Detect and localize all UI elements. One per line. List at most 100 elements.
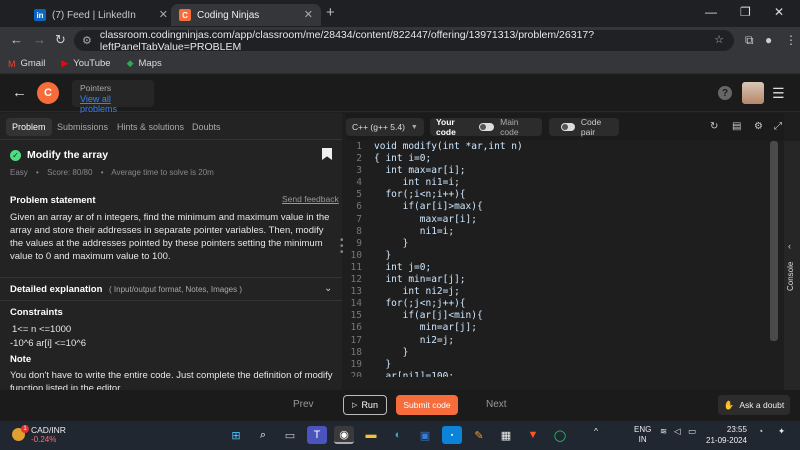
window-close-icon[interactable]: ✕	[774, 5, 784, 19]
app-icon[interactable]: ▪	[442, 426, 462, 444]
tab-coding-ninjas[interactable]: C Coding Ninjas ✕	[171, 4, 321, 26]
run-button[interactable]: ▷ Run	[343, 395, 387, 415]
code-line[interactable]: 5 for(;i<n;i++){	[346, 189, 523, 201]
restore-icon[interactable]: ❐	[740, 5, 751, 19]
code-line[interactable]: 15 if(ar[j]<min){	[346, 310, 523, 322]
edge-icon[interactable]: ◐	[388, 426, 408, 444]
bookmark-icon[interactable]	[322, 148, 332, 160]
bookmark-star-icon[interactable]: ☆	[714, 33, 724, 46]
tab-linkedin[interactable]: in (7) Feed | LinkedIn ✕	[26, 4, 176, 26]
more-icon[interactable]: ⋮	[785, 33, 797, 47]
next-button[interactable]: Next	[486, 399, 507, 410]
chrome-icon[interactable]: ◉	[334, 426, 354, 444]
store-icon[interactable]: ▣	[415, 426, 435, 444]
send-feedback-link[interactable]: Send feedback	[282, 194, 339, 204]
code-line[interactable]: 17 ni2=j;	[346, 335, 523, 347]
toggle-switch[interactable]	[561, 123, 575, 131]
extensions-icon[interactable]: ⧉	[745, 33, 754, 48]
prev-button[interactable]: Prev	[293, 399, 314, 410]
site-info-icon[interactable]: ⚙	[82, 34, 92, 47]
coding-ninjas-logo[interactable]: C	[37, 82, 59, 104]
forward-icon[interactable]: →	[33, 32, 46, 47]
detailed-explanation-sub: ( Input/output format, Notes, Images )	[109, 285, 242, 294]
problem-content[interactable]: ✓ Modify the array Easy • Score: 80/80 •…	[0, 141, 342, 390]
language-select[interactable]: C++ (g++ 5.4) ▼	[346, 118, 424, 136]
bookmark-youtube[interactable]: ▶ YouTube	[61, 58, 110, 69]
tab-hints-solutions[interactable]: Hints & solutions	[111, 118, 190, 136]
notification-bell-icon[interactable]: ◔	[758, 426, 763, 436]
code-line[interactable]: 1 void modify(int *ar,int n)	[346, 141, 522, 153]
notes-icon[interactable]: ▤	[732, 121, 741, 132]
settings-gear-icon[interactable]: ⚙	[754, 121, 763, 132]
new-tab-icon[interactable]: +	[326, 4, 335, 21]
search-icon[interactable]: ⌕	[253, 426, 273, 444]
code-line[interactable]: 3 int max=ar[i];	[346, 165, 523, 177]
language-indicator[interactable]: ENG IN	[634, 425, 651, 445]
panel-resize-handle[interactable]: • • •	[340, 236, 344, 258]
tab-submissions[interactable]: Submissions	[51, 118, 114, 136]
bookmark-maps[interactable]: ◆ Maps	[127, 58, 162, 69]
ticker-change: -0.24%	[31, 435, 57, 444]
submit-button[interactable]: Submit code	[396, 395, 458, 415]
avatar[interactable]	[742, 82, 764, 104]
tab-doubts[interactable]: Doubts	[186, 118, 227, 136]
app-icon[interactable]: ▦	[496, 426, 516, 444]
detailed-explanation-toggle[interactable]: Detailed explanation ( Input/output form…	[0, 277, 342, 301]
fullscreen-icon[interactable]: ⤢	[774, 121, 782, 132]
breadcrumb: Pointers View all problems	[72, 80, 154, 114]
profile-icon[interactable]: ●	[765, 33, 772, 47]
reset-icon[interactable]: ↻	[710, 121, 718, 132]
help-icon[interactable]: ?	[718, 86, 732, 100]
code-pair-switch[interactable]: Code pair	[549, 117, 619, 137]
code-text: int ni1=i;	[374, 177, 460, 189]
task-view-icon[interactable]: ▭	[280, 426, 300, 444]
stock-ticker-widget[interactable]: 1 CAD/INR -0.24%	[12, 425, 66, 444]
code-editor[interactable]: 1 void modify(int *ar,int n) 2 { int i=0; 3 …	[346, 141, 782, 377]
windows-start-icon[interactable]: ⊞	[226, 426, 246, 444]
code-line[interactable]: 13 int ni2=j;	[346, 286, 523, 298]
address-bar[interactable]: ⚙ classroom.codingninjas.com/app/classro…	[74, 29, 734, 53]
console-panel-toggle[interactable]: ‹ Console	[784, 141, 800, 390]
tab-problem[interactable]: Problem	[6, 118, 52, 136]
whatsapp-icon[interactable]: ◯	[550, 426, 570, 444]
brave-icon[interactable]: ▼	[523, 426, 543, 444]
code-line[interactable]: 4 int ni1=i;	[346, 177, 523, 189]
code-line[interactable]: 18 }	[346, 347, 523, 359]
reload-icon[interactable]: ↻	[55, 32, 66, 48]
close-icon[interactable]: ✕	[159, 8, 168, 21]
editor-scrollbar[interactable]	[770, 141, 778, 341]
bookmark-gmail[interactable]: M Gmail	[8, 58, 45, 69]
copilot-icon[interactable]: ✦	[778, 426, 785, 437]
code-line[interactable]: 6 if(ar[i]>max){	[346, 201, 523, 213]
code-line[interactable]: 12 int min=ar[j];	[346, 274, 523, 286]
teams-icon[interactable]: T	[307, 426, 327, 444]
code-line[interactable]: 9 }	[346, 238, 523, 250]
back-icon[interactable]: ←	[10, 32, 23, 47]
code-line[interactable]: 14 for(;j<n;j++){	[346, 298, 523, 310]
code-line[interactable]: 2 { int i=0;	[346, 153, 523, 165]
app-icon[interactable]: ✎	[469, 426, 489, 444]
breadcrumb-title: Pointers	[80, 83, 112, 93]
tray-chevron-up-icon[interactable]: ^	[594, 426, 598, 436]
code-line[interactable]: 20 ar[ni1]=100;	[346, 371, 523, 377]
code-line[interactable]: 8 ni1=i;	[346, 226, 523, 238]
file-explorer-icon[interactable]: ▬	[361, 426, 381, 444]
minimize-icon[interactable]: —	[705, 5, 717, 19]
code-line[interactable]: 7 max=ar[i];	[346, 214, 523, 226]
back-arrow-icon[interactable]: ←	[12, 84, 27, 101]
code-line[interactable]: 11 int j=0;	[346, 262, 523, 274]
ask-doubt-button[interactable]: ✋ Ask a doubt	[718, 395, 790, 415]
code-view-switch[interactable]: Your code Main code	[430, 117, 542, 137]
battery-icon[interactable]: ▭	[688, 426, 696, 437]
wifi-icon[interactable]: ≋	[660, 426, 667, 437]
code-line[interactable]: 16 min=ar[j];	[346, 322, 523, 334]
volume-icon[interactable]: ◁	[674, 426, 681, 437]
clock[interactable]: 23:55 21-09-2024	[706, 424, 747, 446]
code-line[interactable]: 19 }	[346, 359, 523, 371]
code-line[interactable]: 10 }	[346, 250, 523, 262]
hamburger-menu-icon[interactable]: ☰	[772, 85, 785, 102]
close-icon[interactable]: ✕	[304, 8, 313, 21]
view-all-problems-link[interactable]: View all problems	[80, 94, 146, 114]
line-number: 19	[350, 358, 362, 370]
toggle-switch[interactable]	[479, 123, 495, 131]
